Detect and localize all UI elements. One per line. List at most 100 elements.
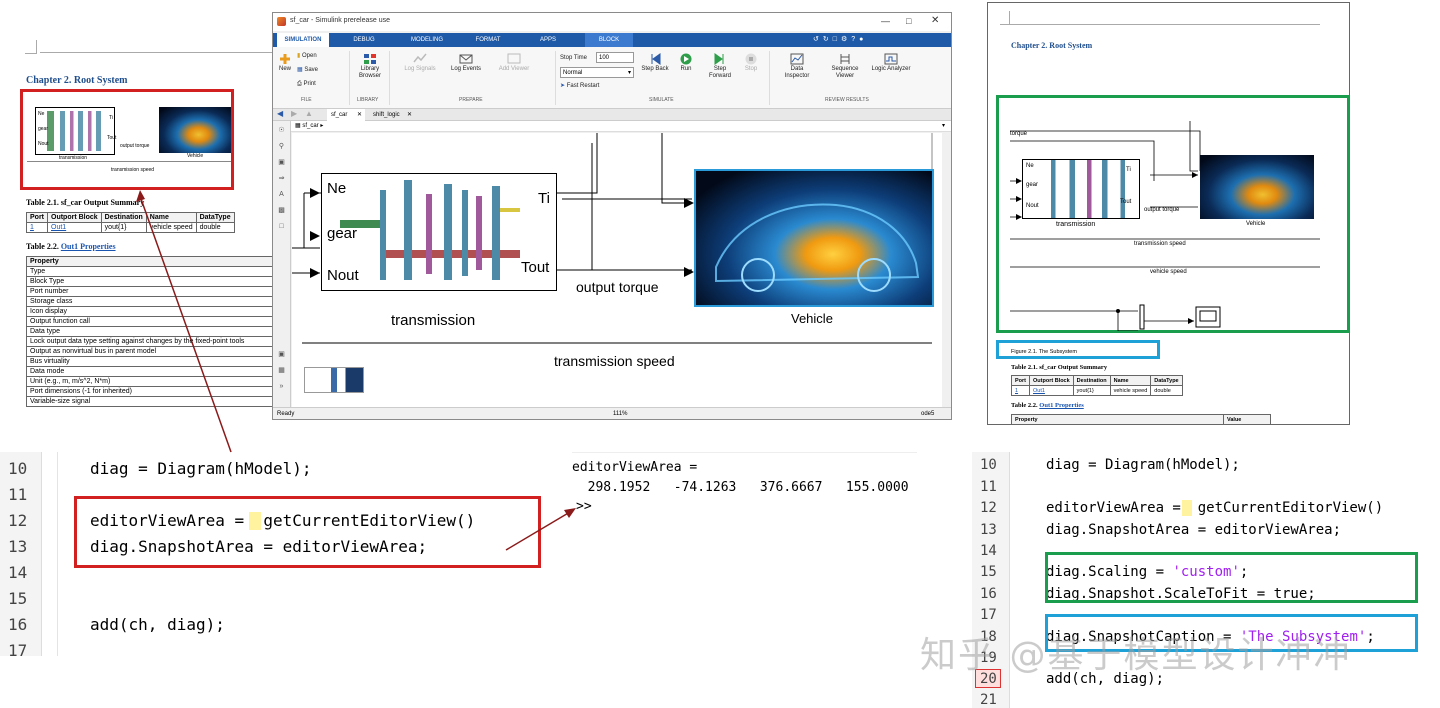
data-inspector-button[interactable]: Data Inspector bbox=[779, 53, 815, 80]
tab-block[interactable]: BLOCK bbox=[585, 33, 633, 47]
simulation-mode-select[interactable]: Normal ▾ bbox=[560, 67, 634, 78]
fig-ne-label: Ne bbox=[1026, 163, 1034, 169]
tab-shift-logic[interactable]: shift_logic ✕ bbox=[369, 109, 415, 121]
add-viewer-button[interactable]: Add Viewer bbox=[497, 53, 531, 73]
code-editor-left[interactable]: 10 11 12 13 14 15 16 17 diag = Diagram(h… bbox=[0, 452, 572, 656]
table-header-cell: Destination bbox=[100, 212, 147, 223]
log-events-button[interactable]: Log Events bbox=[449, 53, 483, 73]
save-label: Save bbox=[304, 67, 319, 73]
logic-analyzer-label: Logic Analyzer bbox=[871, 66, 911, 72]
chevron-right-icon: ▸ bbox=[320, 123, 324, 129]
tab-sf-car[interactable]: sf_car ✕ bbox=[327, 109, 365, 121]
ribbon-divider bbox=[555, 51, 556, 105]
camera-icon[interactable]: ▣ bbox=[273, 347, 290, 363]
stop-button[interactable]: Stop bbox=[739, 53, 763, 73]
table2-caption-link[interactable]: Out1 Properties bbox=[61, 242, 116, 251]
run-button[interactable]: Run bbox=[673, 53, 699, 73]
watermark: 知乎 @基于模型设计冲冲 bbox=[920, 635, 1352, 676]
expand-icon[interactable]: » bbox=[273, 379, 290, 395]
fig-nout-label: Nout bbox=[1026, 203, 1039, 209]
output-summary-table: Port Outport Block Destination Name Data… bbox=[26, 212, 235, 233]
forward-arrow-icon[interactable]: ▶ bbox=[291, 109, 297, 118]
fast-restart-toggle[interactable]: ➤ Fast Restart bbox=[560, 83, 599, 90]
quick-access-toolbar: ↺↻□⚙?● bbox=[813, 36, 868, 43]
annotation-icon[interactable]: A bbox=[273, 187, 290, 203]
fig-transmission-label: transmission bbox=[1056, 221, 1096, 228]
log-signals-button[interactable]: Log Signals bbox=[403, 53, 437, 73]
gear bbox=[380, 190, 386, 280]
review-group-label: REVIEW RESULTS bbox=[825, 97, 869, 103]
table-header-cell: Property bbox=[1011, 414, 1224, 425]
command-window[interactable]: editorViewArea = 298.1952 -74.1263 376.6… bbox=[572, 452, 917, 532]
library-browser-button[interactable]: Library Browser bbox=[353, 53, 387, 80]
plus-icon bbox=[280, 54, 290, 64]
navigation-thumbnail[interactable] bbox=[304, 367, 364, 393]
chevron-down-icon: ▾ bbox=[627, 70, 631, 76]
step-back-icon bbox=[651, 53, 661, 65]
properties-table: Property Value bbox=[1011, 414, 1271, 425]
transmission-block[interactable]: Ne gear Nout Ti Tout bbox=[321, 173, 557, 291]
save-button[interactable]: ▦ Save bbox=[297, 67, 318, 74]
area-icon[interactable]: □ bbox=[273, 219, 290, 235]
table-cell: Data type bbox=[26, 326, 276, 337]
step-forward-button[interactable]: Step Forward bbox=[703, 53, 737, 80]
zoom-icon[interactable]: ⚲ bbox=[273, 139, 290, 155]
minimize-icon[interactable]: — bbox=[881, 16, 890, 26]
gear bbox=[444, 184, 452, 280]
stop-time-input[interactable]: 100 bbox=[596, 52, 634, 63]
table2-caption-link[interactable]: Out1 Properties bbox=[1039, 402, 1083, 409]
page-corner-mark bbox=[25, 40, 37, 54]
close-tab-icon[interactable]: ✕ bbox=[357, 109, 362, 121]
outport-block-link[interactable]: Out1 bbox=[47, 222, 102, 233]
new-button[interactable]: New bbox=[276, 53, 294, 73]
table-header-cell: Destination bbox=[1072, 375, 1111, 386]
table-cell: Lock output data type setting against ch… bbox=[26, 336, 276, 347]
breadcrumb-model[interactable]: sf_car bbox=[302, 123, 318, 129]
arrow-head bbox=[310, 188, 320, 198]
fast-restart-label: Fast Restart bbox=[566, 83, 600, 89]
transmission-block-label: transmission bbox=[391, 312, 476, 329]
output-torque-label: output torque bbox=[576, 279, 659, 295]
line-number: 11 bbox=[980, 479, 997, 495]
model-canvas[interactable]: Ne gear Nout Ti Tout transmission output… bbox=[292, 133, 942, 407]
port-link[interactable]: 1 bbox=[26, 222, 48, 233]
right-document: Chapter 2. Root System torque Ne gear No… bbox=[987, 2, 1350, 425]
close-tab-icon[interactable]: ✕ bbox=[407, 109, 412, 121]
tab-debug[interactable]: DEBUG bbox=[339, 33, 389, 47]
up-arrow-icon[interactable]: ▲ bbox=[305, 109, 313, 118]
table-header-cell: Port bbox=[26, 212, 48, 223]
gear bbox=[462, 190, 468, 276]
tab-format[interactable]: FORMAT bbox=[465, 33, 511, 47]
tab-simulation[interactable]: SIMULATION bbox=[277, 33, 329, 47]
line-number: 15 bbox=[8, 589, 28, 608]
vehicle-block[interactable] bbox=[694, 169, 934, 307]
table-cell: Output as nonvirtual bus in parent model bbox=[26, 346, 276, 357]
print-button[interactable]: ⎙ Print bbox=[297, 81, 316, 88]
zoom-level: 111% bbox=[613, 411, 628, 417]
console-prompt[interactable]: >> bbox=[576, 499, 592, 514]
line-number: 14 bbox=[8, 563, 28, 582]
port-link[interactable]: 1 bbox=[1011, 385, 1030, 396]
sequence-viewer-button[interactable]: Sequence Viewer bbox=[825, 53, 865, 80]
image-icon[interactable]: ▩ bbox=[273, 203, 290, 219]
tab-modeling[interactable]: MODELING bbox=[401, 33, 453, 47]
tab-apps[interactable]: APPS bbox=[525, 33, 571, 47]
outport-block-link[interactable]: Out1 bbox=[1029, 385, 1074, 396]
hide-show-icon[interactable]: ☉ bbox=[273, 123, 290, 139]
chevron-down-icon[interactable]: ▾ bbox=[942, 121, 945, 132]
table-cell: Bus virtuality bbox=[26, 356, 276, 367]
arrow-icon[interactable]: ⇒ bbox=[273, 171, 290, 187]
library-group-label: LIBRARY bbox=[357, 97, 379, 103]
step-back-button[interactable]: Step Back bbox=[641, 53, 669, 73]
open-button[interactable]: ▮ Open bbox=[297, 53, 317, 60]
table-cell: Icon display bbox=[26, 306, 276, 317]
ribbon-divider bbox=[769, 51, 770, 105]
logic-analyzer-button[interactable]: Logic Analyzer bbox=[871, 53, 911, 73]
ribbon-divider bbox=[349, 51, 350, 105]
maximize-icon[interactable]: □ bbox=[906, 16, 911, 26]
property-inspector-icon[interactable]: ▦ bbox=[273, 363, 290, 379]
fit-view-icon[interactable]: ▣ bbox=[273, 155, 290, 171]
logic-analyzer-icon bbox=[884, 53, 898, 65]
back-arrow-icon[interactable]: ◀ bbox=[277, 109, 283, 118]
close-icon[interactable]: ✕ bbox=[931, 15, 939, 26]
